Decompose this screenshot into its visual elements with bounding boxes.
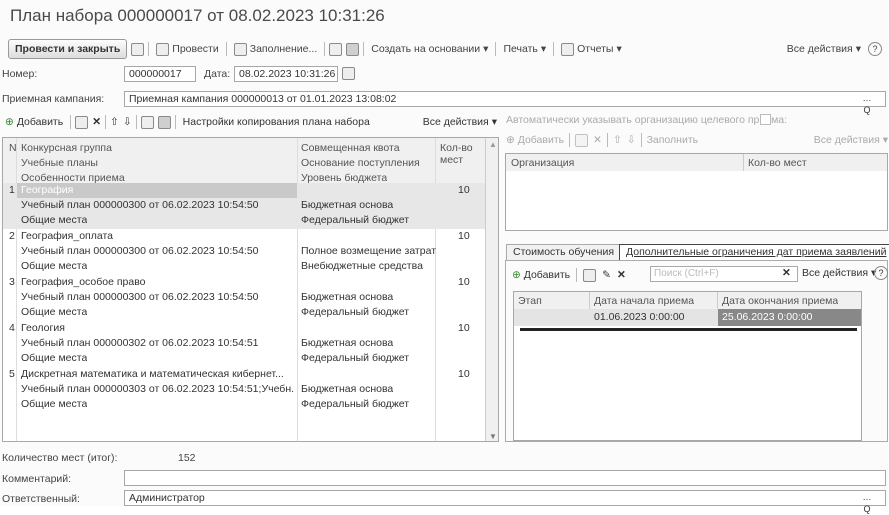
- org-all-actions-menu[interactable]: Все действия ▾: [814, 134, 888, 146]
- left-all-actions-menu[interactable]: Все действия ▾: [420, 116, 500, 128]
- col-stage: Этап: [518, 295, 542, 307]
- col-basis: Основание поступления: [301, 157, 420, 169]
- copy-settings-button[interactable]: Настройки копирования плана набора: [180, 116, 373, 128]
- col-quota: Совмещенная квота: [301, 142, 400, 154]
- col-plans: Учебные планы: [21, 157, 98, 169]
- fill-button[interactable]: Заполнение...: [231, 42, 321, 56]
- fill-icon: [233, 42, 247, 56]
- responsible-label: Ответственный:: [2, 493, 80, 505]
- organizations-table: Организация Кол-во мест: [505, 153, 888, 231]
- col-group: Конкурсная группа: [21, 142, 112, 154]
- number-label: Номер:: [2, 68, 38, 80]
- total-value: 152: [178, 452, 196, 464]
- plus-icon: ⊕: [5, 116, 14, 128]
- select-icon[interactable]: …Q: [860, 92, 874, 115]
- dates-toolbar: ⊕ Добавить ✎ ✕ Поиск (Ctrl+F) ✕ Все дейс…: [512, 266, 888, 284]
- help-icon[interactable]: ?: [868, 42, 882, 56]
- groups-table: N Конкурсная группа Учебные планы Особен…: [2, 137, 499, 442]
- document-window: План набора 000000017 от 08.02.2023 10:3…: [0, 0, 889, 514]
- structure-icon[interactable]: [346, 42, 360, 56]
- copy-icon[interactable]: [575, 133, 589, 147]
- main-toolbar: Провести и закрыть Провести Заполнение..…: [8, 38, 882, 60]
- date-label: Дата:: [204, 68, 231, 80]
- move-down-icon[interactable]: ⇩: [123, 116, 132, 128]
- page-title: План набора 000000017 от 08.02.2023 10:3…: [10, 6, 385, 25]
- move-down-icon[interactable]: ⇩: [627, 134, 636, 146]
- delete-icon[interactable]: ✕: [92, 116, 101, 128]
- search-input[interactable]: Поиск (Ctrl+F): [650, 266, 798, 282]
- number-field[interactable]: 000000017: [124, 66, 196, 82]
- add-group-button[interactable]: ⊕ Добавить: [2, 116, 66, 128]
- col-start: Дата начала приема: [594, 295, 695, 307]
- post-button[interactable]: Провести: [153, 42, 221, 56]
- table-icon[interactable]: [157, 115, 171, 129]
- select-icon[interactable]: …Q: [860, 491, 874, 514]
- document-icon[interactable]: [329, 42, 343, 56]
- copy-icon[interactable]: [75, 115, 89, 129]
- tab-cost[interactable]: Стоимость обучения: [506, 244, 622, 260]
- all-actions-menu[interactable]: Все действия ▾: [784, 43, 864, 55]
- comment-field[interactable]: [124, 470, 886, 486]
- clear-search-icon[interactable]: ✕: [782, 267, 791, 279]
- reports-icon: [561, 42, 575, 56]
- total-label: Количество мест (итог):: [2, 452, 118, 464]
- auto-org-checkbox[interactable]: [760, 114, 771, 125]
- delete-icon[interactable]: ✕: [593, 134, 602, 146]
- fill-orgs-button[interactable]: Заполнить: [647, 134, 699, 146]
- tab-panel: ⊕ Добавить ✎ ✕ Поиск (Ctrl+F) ✕ Все дейс…: [505, 260, 888, 442]
- move-up-icon[interactable]: ⇧: [110, 116, 119, 128]
- col-count: Кол-во мест: [440, 142, 473, 166]
- move-up-icon[interactable]: ⇧: [613, 134, 622, 146]
- col-end: Дата окончания приема: [722, 295, 839, 307]
- table-row[interactable]: 01.06.2023 0:00:00 25.06.2023 0:00:00: [514, 309, 861, 326]
- create-based-on-menu[interactable]: Создать на основании ▾: [368, 43, 491, 55]
- tab-date-restrictions[interactable]: Дополнительные ограничения дат приема за…: [619, 244, 889, 260]
- post-icon: [156, 42, 170, 56]
- campaign-label: Приемная кампания:: [2, 93, 105, 105]
- responsible-field[interactable]: Администратор: [124, 490, 886, 506]
- help-icon[interactable]: ?: [874, 266, 888, 280]
- add-date-button[interactable]: ⊕ Добавить: [512, 269, 570, 281]
- divider: [520, 328, 857, 331]
- dates-all-actions-menu[interactable]: Все действия ▾: [802, 267, 876, 279]
- date-field[interactable]: 08.02.2023 10:31:26: [234, 66, 338, 82]
- calendar-icon[interactable]: [342, 67, 355, 80]
- col-org-count: Кол-во мест: [748, 157, 807, 169]
- save-icon[interactable]: [131, 42, 145, 56]
- auto-org-label: Автоматически указывать организацию целе…: [506, 114, 788, 126]
- edit-icon[interactable]: ✎: [602, 269, 611, 281]
- left-scrollbar[interactable]: ▲ ▼: [485, 138, 498, 441]
- comment-label: Комментарий:: [2, 473, 72, 485]
- document-icon[interactable]: [140, 115, 154, 129]
- campaign-field[interactable]: Приемная кампания 000000013 от 01.01.202…: [124, 91, 886, 107]
- col-organization: Организация: [511, 157, 575, 169]
- post-and-close-button[interactable]: Провести и закрыть: [8, 39, 128, 59]
- add-org-button[interactable]: ⊕ Добавить: [506, 134, 564, 146]
- org-toolbar: ⊕ Добавить ✕ ⇧ ⇩ Заполнить Все действия …: [506, 131, 888, 149]
- reports-menu[interactable]: Отчеты ▾: [558, 42, 625, 56]
- delete-icon[interactable]: ✕: [617, 269, 626, 281]
- groups-toolbar: ⊕ Добавить ✕ ⇧ ⇩ Настройки копирования пл…: [2, 112, 500, 132]
- print-menu[interactable]: Печать ▾: [500, 43, 549, 55]
- dates-table: Этап Дата начала приема Дата окончания п…: [513, 291, 862, 441]
- copy-icon[interactable]: [583, 268, 597, 282]
